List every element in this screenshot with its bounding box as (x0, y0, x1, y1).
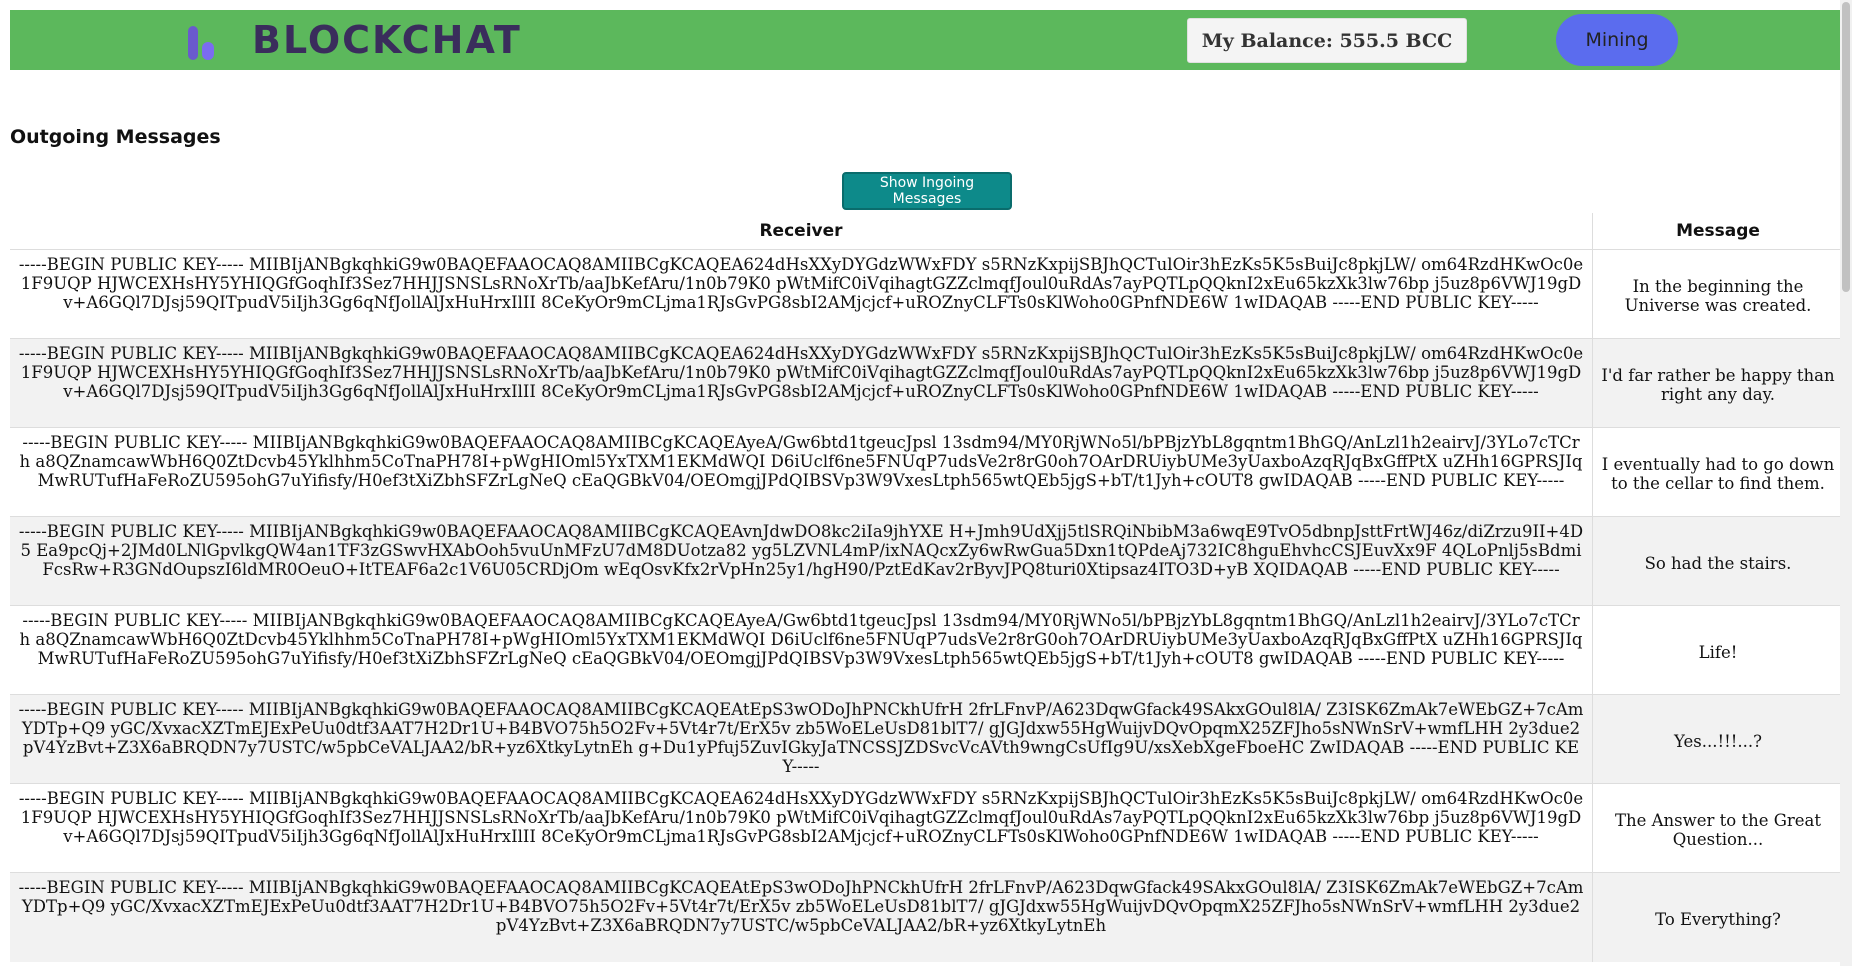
receiver-cell: -----BEGIN PUBLIC KEY----- MIIBIjANBgkqh… (10, 694, 1593, 784)
app-logo[interactable]: BLOCKCHAT (180, 18, 522, 62)
receiver-cell: -----BEGIN PUBLIC KEY----- MIIBIjANBgkqh… (10, 605, 1593, 695)
table-row: -----BEGIN PUBLIC KEY----- MIIBIjANBgkqh… (10, 338, 1843, 428)
message-cell: So had the stairs. (1592, 516, 1843, 606)
table-row: -----BEGIN PUBLIC KEY----- MIIBIjANBgkqh… (10, 516, 1843, 606)
logo-icon (180, 18, 230, 62)
show-ingoing-messages-button[interactable]: Show Ingoing Messages (842, 172, 1012, 210)
table-row: -----BEGIN PUBLIC KEY----- MIIBIjANBgkqh… (10, 872, 1843, 962)
message-cell: I'd far rather be happy than right any d… (1592, 338, 1843, 428)
mining-button[interactable]: Mining (1556, 14, 1678, 66)
message-cell: In the beginning the Universe was create… (1592, 249, 1843, 339)
messages-table: Receiver Message -----BEGIN PUBLIC KEY--… (10, 213, 1843, 962)
message-column-header: Message (1592, 213, 1843, 250)
message-cell: I eventually had to go down to the cella… (1592, 427, 1843, 517)
table-row: -----BEGIN PUBLIC KEY----- MIIBIjANBgkqh… (10, 605, 1843, 695)
message-cell: Life! (1592, 605, 1843, 695)
table-header-row: Receiver Message (10, 213, 1843, 250)
message-cell: The Answer to the Great Question... (1592, 783, 1843, 873)
receiver-column-header: Receiver (759, 221, 843, 241)
receiver-cell: -----BEGIN PUBLIC KEY----- MIIBIjANBgkqh… (10, 427, 1593, 517)
logo-text: BLOCKCHAT (252, 18, 522, 62)
receiver-cell: -----BEGIN PUBLIC KEY----- MIIBIjANBgkqh… (10, 338, 1593, 428)
balance-display: My Balance: 555.5 BCC (1187, 18, 1467, 63)
receiver-cell: -----BEGIN PUBLIC KEY----- MIIBIjANBgkqh… (10, 783, 1593, 873)
receiver-cell: -----BEGIN PUBLIC KEY----- MIIBIjANBgkqh… (10, 249, 1593, 339)
table-row: -----BEGIN PUBLIC KEY----- MIIBIjANBgkqh… (10, 783, 1843, 873)
top-navbar: BLOCKCHAT My Balance: 555.5 BCC Mining (10, 10, 1842, 70)
page-title: Outgoing Messages (10, 126, 221, 148)
receiver-cell: -----BEGIN PUBLIC KEY----- MIIBIjANBgkqh… (10, 872, 1593, 962)
table-row: -----BEGIN PUBLIC KEY----- MIIBIjANBgkqh… (10, 249, 1843, 339)
message-cell: To Everything? (1592, 872, 1843, 962)
scrollbar-thumb[interactable] (1842, 2, 1850, 292)
table-row: -----BEGIN PUBLIC KEY----- MIIBIjANBgkqh… (10, 427, 1843, 517)
table-row: -----BEGIN PUBLIC KEY----- MIIBIjANBgkqh… (10, 694, 1843, 784)
receiver-cell: -----BEGIN PUBLIC KEY----- MIIBIjANBgkqh… (10, 516, 1593, 606)
message-cell: Yes...!!!...? (1592, 694, 1843, 784)
page-viewport: BLOCKCHAT My Balance: 555.5 BCC Mining O… (0, 0, 1852, 966)
vertical-scrollbar[interactable] (1840, 0, 1852, 966)
